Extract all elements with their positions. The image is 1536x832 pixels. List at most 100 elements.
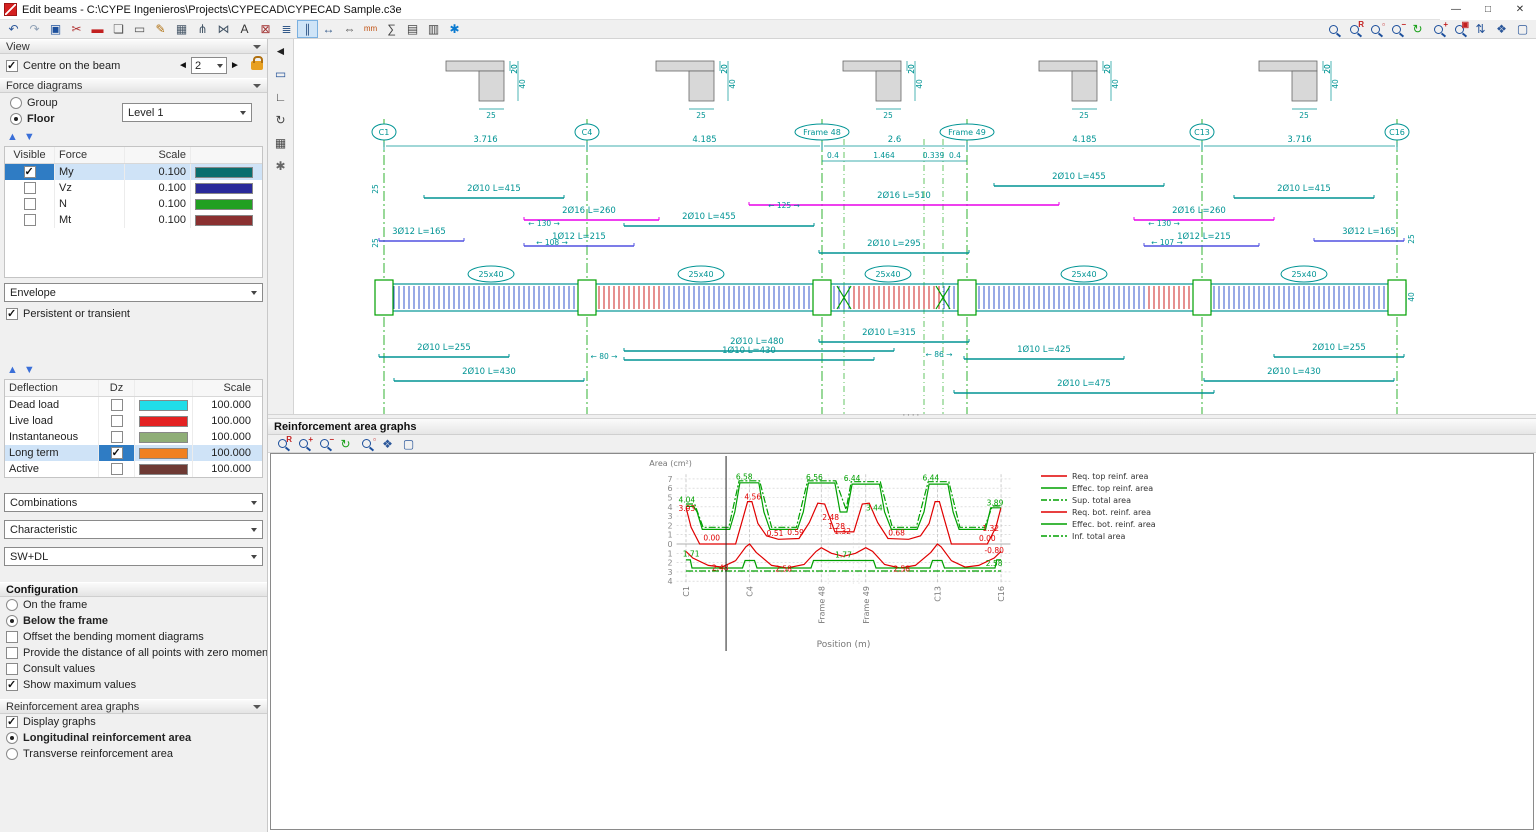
move-up-button[interactable]: ▲ xyxy=(7,131,18,143)
fullscreen-button[interactable]: ▢ xyxy=(398,435,419,453)
copy-bars-button[interactable]: ❏ xyxy=(108,20,129,38)
beam-drawing-canvas[interactable]: 3.716 4.185 2.6 4.185 3.716 0.4 1.464 0.339 0.4 2… xyxy=(294,39,1536,414)
deflection-row-active[interactable]: Active 100.000 xyxy=(5,461,262,477)
undo-button[interactable]: ↶ xyxy=(3,20,24,38)
edit-points-button[interactable]: ✎ xyxy=(150,20,171,38)
longitudinal-area-radio[interactable]: Longitudinal reinforcement area xyxy=(0,730,267,746)
checkbox-icon[interactable] xyxy=(110,431,123,443)
zoom-search-button[interactable] xyxy=(1323,20,1344,38)
edit-stirrups-button[interactable]: ∥ xyxy=(297,20,318,38)
combinations-select[interactable]: Combinations xyxy=(4,493,263,512)
show-maximum-values-checkbox[interactable]: Show maximum values xyxy=(0,677,267,693)
color-swatch[interactable] xyxy=(195,214,253,226)
lock-icon[interactable] xyxy=(251,56,263,70)
zoom-previous-button[interactable]: R xyxy=(1344,20,1365,38)
rotate-view-button[interactable]: ↻ xyxy=(271,110,291,130)
reinforcement-list-button[interactable]: ≣ xyxy=(276,20,297,38)
beam-number-select[interactable]: 2 xyxy=(191,57,227,74)
envelope-select[interactable]: Envelope xyxy=(4,283,263,302)
checkbox-icon[interactable] xyxy=(110,399,123,411)
split-bar-button[interactable]: ⋔ xyxy=(192,20,213,38)
color-swatch[interactable] xyxy=(195,198,253,210)
erase-button[interactable]: ⊠ xyxy=(255,20,276,38)
color-swatch[interactable] xyxy=(139,431,188,443)
zero-moment-distance-checkbox[interactable]: Provide the distance of all points with … xyxy=(0,645,267,661)
checkbox-icon[interactable] xyxy=(23,198,36,210)
save-button[interactable]: ▣ xyxy=(45,20,66,38)
force-row-mt[interactable]: Mt 0.100 xyxy=(5,212,262,228)
move-down-button[interactable]: ▼ xyxy=(24,364,35,376)
characteristic-select[interactable]: Characteristic xyxy=(4,520,263,539)
dimensioning-button[interactable]: ⇔ xyxy=(339,20,360,38)
checkbox-icon[interactable] xyxy=(23,165,36,178)
level-select[interactable]: Level 1 xyxy=(122,103,252,122)
redraw-button[interactable]: ↻ xyxy=(335,435,356,453)
checkbox-icon[interactable] xyxy=(23,214,36,226)
grid-button[interactable]: ▦ xyxy=(271,133,291,153)
units-mm-button[interactable]: mm xyxy=(360,20,381,38)
color-swatch[interactable] xyxy=(195,182,253,194)
toolbox-button[interactable]: ✱ xyxy=(271,156,291,176)
offset-moment-checkbox[interactable]: Offset the bending moment diagrams xyxy=(0,629,267,645)
section-header-view[interactable]: View xyxy=(0,39,267,54)
display-graphs-checkbox[interactable]: Display graphs xyxy=(0,714,267,730)
force-row-n[interactable]: N 0.100 xyxy=(5,196,262,212)
pan-vertical-button[interactable]: ⇅ xyxy=(1470,20,1491,38)
fullscreen-button[interactable]: ▢ xyxy=(1512,20,1533,38)
zoom-in-button[interactable]: + xyxy=(1428,20,1449,38)
section-header-reinforcement-graphs[interactable]: Reinforcement area graphs xyxy=(0,699,267,714)
perpendicular-button[interactable]: ∟ xyxy=(271,87,291,107)
delete-bar-button[interactable]: ▬ xyxy=(87,20,108,38)
floor-radio[interactable]: Floor xyxy=(4,111,122,127)
color-swatch[interactable] xyxy=(139,447,188,459)
checkbox-icon[interactable] xyxy=(110,446,123,459)
deflection-row-dead-load[interactable]: Dead load 100.000 xyxy=(5,397,262,413)
stirrup-spacing-button[interactable]: ↔ xyxy=(318,20,339,38)
pan-button[interactable]: ❖ xyxy=(377,435,398,453)
zoom-extents-button[interactable]: ▣ xyxy=(1449,20,1470,38)
below-frame-radio[interactable]: Below the frame xyxy=(0,613,267,629)
zoom-out-button[interactable]: − xyxy=(314,435,335,453)
move-down-button[interactable]: ▼ xyxy=(24,131,35,143)
next-beam-button[interactable]: ► xyxy=(227,60,243,71)
color-swatch[interactable] xyxy=(139,463,188,475)
checkbox-icon[interactable] xyxy=(23,182,36,194)
zoom-previous-button[interactable]: R xyxy=(272,435,293,453)
deflection-row-long-term[interactable]: Long term 100.000 xyxy=(5,445,262,461)
views-button[interactable]: ▤ xyxy=(402,20,423,38)
zoom-out-button[interactable]: − xyxy=(1386,20,1407,38)
hide-panel-button[interactable]: ◄ xyxy=(271,41,291,61)
consult-values-checkbox[interactable]: Consult values xyxy=(0,661,267,677)
on-frame-radio[interactable]: On the frame xyxy=(0,597,267,613)
force-row-vz[interactable]: Vz 0.100 xyxy=(5,180,262,196)
reinforcement-area-chart[interactable]: 7654321012344.043.930.001.712.486.584.56… xyxy=(271,454,1534,653)
centre-on-beam-checkbox[interactable]: Centre on the beam xyxy=(6,59,120,72)
force-row-my[interactable]: My 0.100 xyxy=(5,164,262,180)
summary-button[interactable]: ∑ xyxy=(381,20,402,38)
select-window-button[interactable]: ▭ xyxy=(271,64,291,84)
group-radio[interactable]: Group xyxy=(4,95,122,111)
close-button[interactable]: ✕ xyxy=(1504,0,1536,20)
edit-bars-button[interactable]: ✂ xyxy=(66,20,87,38)
color-swatch[interactable] xyxy=(139,399,188,411)
persistent-transient-checkbox[interactable]: Persistent or transient xyxy=(0,306,267,322)
transverse-area-radio[interactable]: Transverse reinforcement area xyxy=(0,746,267,762)
swdl-select[interactable]: SW+DL xyxy=(4,547,263,566)
join-bars-button[interactable]: ⋈ xyxy=(213,20,234,38)
deflection-row-instantaneous[interactable]: Instantaneous 100.000 xyxy=(5,429,262,445)
maximize-button[interactable]: □ xyxy=(1472,0,1504,20)
panel-splitter[interactable] xyxy=(268,409,1536,421)
bars-table-button[interactable]: ▦ xyxy=(171,20,192,38)
section-header-configuration[interactable]: Configuration xyxy=(0,582,267,597)
settings-button[interactable]: ✱ xyxy=(444,20,465,38)
zoom-in-button[interactable]: + xyxy=(293,435,314,453)
zoom-window-button[interactable]: ▫ xyxy=(1365,20,1386,38)
pan-button[interactable]: ❖ xyxy=(1491,20,1512,38)
edit-frame-button[interactable]: ▭ xyxy=(129,20,150,38)
color-swatch[interactable] xyxy=(195,166,253,178)
edit-text-button[interactable]: A xyxy=(234,20,255,38)
redo-button[interactable]: ↷ xyxy=(24,20,45,38)
checkbox-icon[interactable] xyxy=(110,463,123,475)
zoom-window-button[interactable]: ▫ xyxy=(356,435,377,453)
previous-beam-button[interactable]: ◄ xyxy=(175,60,191,71)
